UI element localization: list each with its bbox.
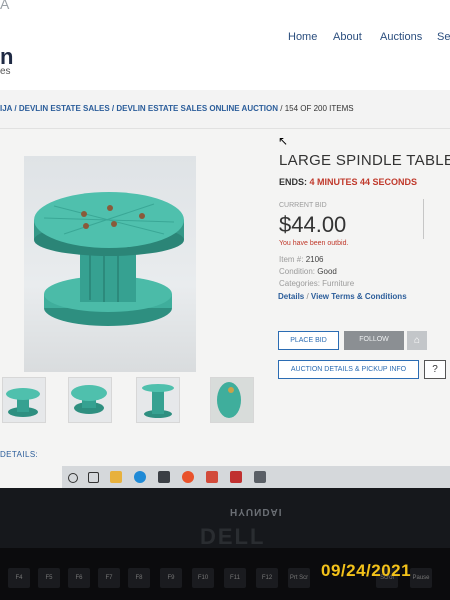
os-taskbar: [62, 466, 450, 488]
breadcrumb-link-seller[interactable]: DEVLIN ESTATE SALES: [19, 104, 110, 113]
nav-home[interactable]: Home: [288, 31, 317, 43]
keyboard-key: F5: [38, 568, 60, 588]
keyboard-key: F9: [160, 568, 182, 588]
home-icon[interactable]: ⌂: [407, 331, 427, 350]
nav-auctions[interactable]: Auctions: [380, 31, 422, 43]
file-explorer-icon[interactable]: [110, 471, 122, 483]
app-icon[interactable]: [254, 471, 266, 483]
item-count: 154 OF 200 ITEMS: [284, 104, 354, 113]
auction-details-button[interactable]: AUCTION DETAILS & PICKUP INFO: [278, 360, 419, 379]
browser-screen: A n es Home About Auctions Se IJA / DEVL…: [0, 0, 450, 488]
place-bid-button[interactable]: PLACE BID: [278, 331, 339, 350]
spindle-thumb-image: [142, 384, 174, 418]
thumbnail[interactable]: [2, 377, 46, 423]
item-links: Details / View Terms & Conditions: [278, 292, 407, 301]
spindle-thumb-image: [6, 388, 40, 417]
nav-about[interactable]: About: [333, 31, 362, 43]
terms-link[interactable]: View Terms & Conditions: [311, 292, 407, 301]
keyboard-key: F11: [224, 568, 246, 588]
thumbnail[interactable]: [210, 377, 254, 423]
keyboard-key: F8: [128, 568, 150, 588]
item-main-photo[interactable]: [24, 156, 196, 372]
keyboard-key: Pause: [410, 568, 432, 588]
time-remaining: 4 MINUTES 44 SECONDS: [309, 177, 418, 187]
details-link[interactable]: Details: [278, 292, 304, 301]
breadcrumb-link-home[interactable]: IJA: [0, 104, 12, 113]
item-title: LARGE SPINDLE TABLE O: [279, 152, 450, 169]
item-number: 2106: [305, 255, 324, 264]
keyboard-key: F7: [98, 568, 120, 588]
tab-details[interactable]: DETAILS:: [0, 450, 38, 459]
thumbnail-strip: [0, 377, 260, 423]
help-button[interactable]: ?: [424, 360, 446, 379]
thumbnail[interactable]: [68, 377, 112, 423]
site-logo-fragment: A: [0, 0, 10, 12]
nav-search[interactable]: Se: [437, 31, 450, 43]
breadcrumb: IJA / DEVLIN ESTATE SALES / DEVLIN ESTAT…: [0, 104, 354, 113]
current-bid-label: CURRENT BID: [279, 202, 327, 209]
site-logo-subtitle: es: [0, 66, 11, 77]
site-header: A n es Home About Auctions Se: [0, 0, 450, 91]
photo-date-stamp: 09/24/2021: [321, 561, 412, 580]
task-view-icon[interactable]: [88, 472, 99, 483]
bid-divider: [423, 199, 424, 239]
app-icon[interactable]: [230, 471, 242, 483]
item-number-row: Item #: 2106: [279, 255, 324, 264]
monitor-brand-logo: HYUNDAI: [230, 506, 283, 517]
breadcrumb-link-auction[interactable]: DEVLIN ESTATE SALES ONLINE AUCTION: [116, 104, 278, 113]
spindle-thumb-image: [211, 378, 253, 422]
spindle-thumb-image: [71, 385, 107, 414]
office-icon[interactable]: [206, 471, 218, 483]
mouse-cursor-icon: ↖: [278, 134, 289, 148]
follow-button[interactable]: FOLLOW: [344, 331, 404, 350]
keyboard-key: F10: [192, 568, 214, 588]
category-value: Furniture: [322, 279, 355, 288]
categories-row: Categories: Furniture: [279, 279, 355, 288]
condition-row: Condition: Good: [279, 267, 337, 276]
store-icon[interactable]: [158, 471, 170, 483]
monitor-base-logo: DELL: [200, 524, 266, 549]
thumbnail[interactable]: [136, 377, 180, 423]
firefox-icon[interactable]: [182, 471, 194, 483]
spindle-table-image: [34, 192, 184, 326]
search-icon[interactable]: [68, 473, 78, 483]
condition-value: Good: [317, 267, 337, 276]
keyboard-key: F6: [68, 568, 90, 588]
keyboard-key: Prt Scr: [288, 568, 310, 588]
keyboard-key: F4: [8, 568, 30, 588]
keyboard-key: F12: [256, 568, 278, 588]
breadcrumb-bar: IJA / DEVLIN ESTATE SALES / DEVLIN ESTAT…: [0, 90, 450, 129]
auction-end-timer: ENDS: 4 MINUTES 44 SECONDS: [279, 177, 418, 187]
outbid-message: You have been outbid.: [279, 240, 349, 247]
current-bid-amount: $44.00: [279, 212, 347, 237]
edge-browser-icon[interactable]: [134, 471, 146, 483]
